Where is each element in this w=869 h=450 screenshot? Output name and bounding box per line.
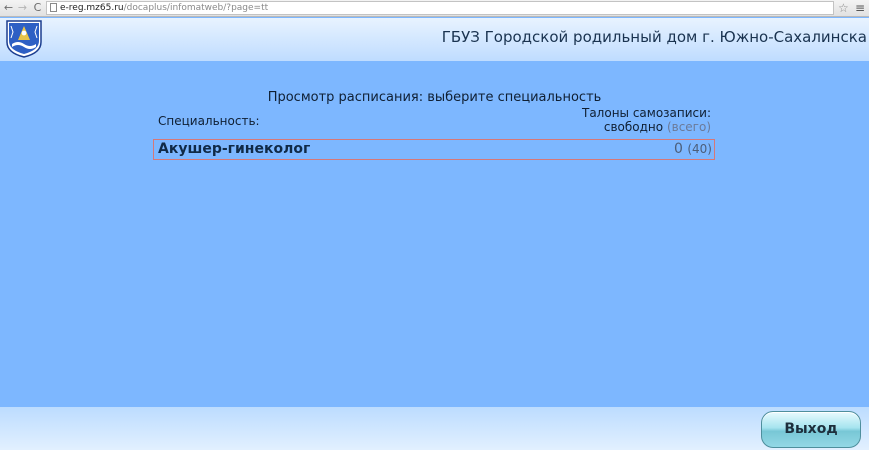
main-content: Просмотр расписания: выберите специально… bbox=[0, 61, 869, 407]
browser-toolbar: ← → C e-reg.mz65.ru/docaplus/infomatweb/… bbox=[0, 0, 869, 17]
bookmark-star-icon[interactable]: ☆ bbox=[838, 0, 849, 16]
sakhalin-coat-of-arms-icon bbox=[6, 20, 42, 58]
specialty-column-header: Специальность: bbox=[158, 114, 260, 128]
reload-icon[interactable]: C bbox=[31, 1, 44, 15]
specialty-row[interactable]: Акушер-гинеколог 0 (40) bbox=[153, 139, 715, 160]
browser-menu-icon[interactable]: ≡ bbox=[855, 0, 865, 16]
page-title: Просмотр расписания: выберите специально… bbox=[267, 90, 602, 105]
specialty-ticket-count: 0 (40) bbox=[674, 141, 712, 157]
page-icon bbox=[50, 3, 57, 12]
address-bar[interactable]: e-reg.mz65.ru/docaplus/infomatweb/?page=… bbox=[46, 1, 834, 15]
organization-title: ГБУЗ Городской родильный дом г. Южно-Сах… bbox=[441, 28, 867, 46]
tickets-column-header: Талоны самозаписи: свободно (всего) bbox=[511, 106, 711, 134]
tickets-total-label: (всего) bbox=[666, 120, 711, 134]
exit-button[interactable]: Выход bbox=[761, 411, 861, 448]
url-domain: e-reg.mz65.ru bbox=[60, 3, 124, 13]
free-ticket-count: 0 bbox=[673, 141, 683, 157]
page-footer: Выход bbox=[0, 407, 869, 450]
page-header: ГБУЗ Городской родильный дом г. Южно-Сах… bbox=[0, 18, 869, 61]
tickets-header-line1: Талоны самозаписи: bbox=[582, 106, 711, 120]
tickets-header-line2: свободно (всего) bbox=[511, 120, 711, 134]
tickets-free-label: свободно bbox=[603, 120, 664, 134]
forward-arrow-icon[interactable]: → bbox=[16, 1, 29, 15]
total-ticket-count: (40) bbox=[687, 142, 712, 156]
back-arrow-icon[interactable]: ← bbox=[2, 1, 15, 15]
url-path: /docaplus/infomatweb/?page=tt bbox=[123, 3, 269, 13]
specialty-name: Акушер-гинеколог bbox=[158, 141, 311, 157]
